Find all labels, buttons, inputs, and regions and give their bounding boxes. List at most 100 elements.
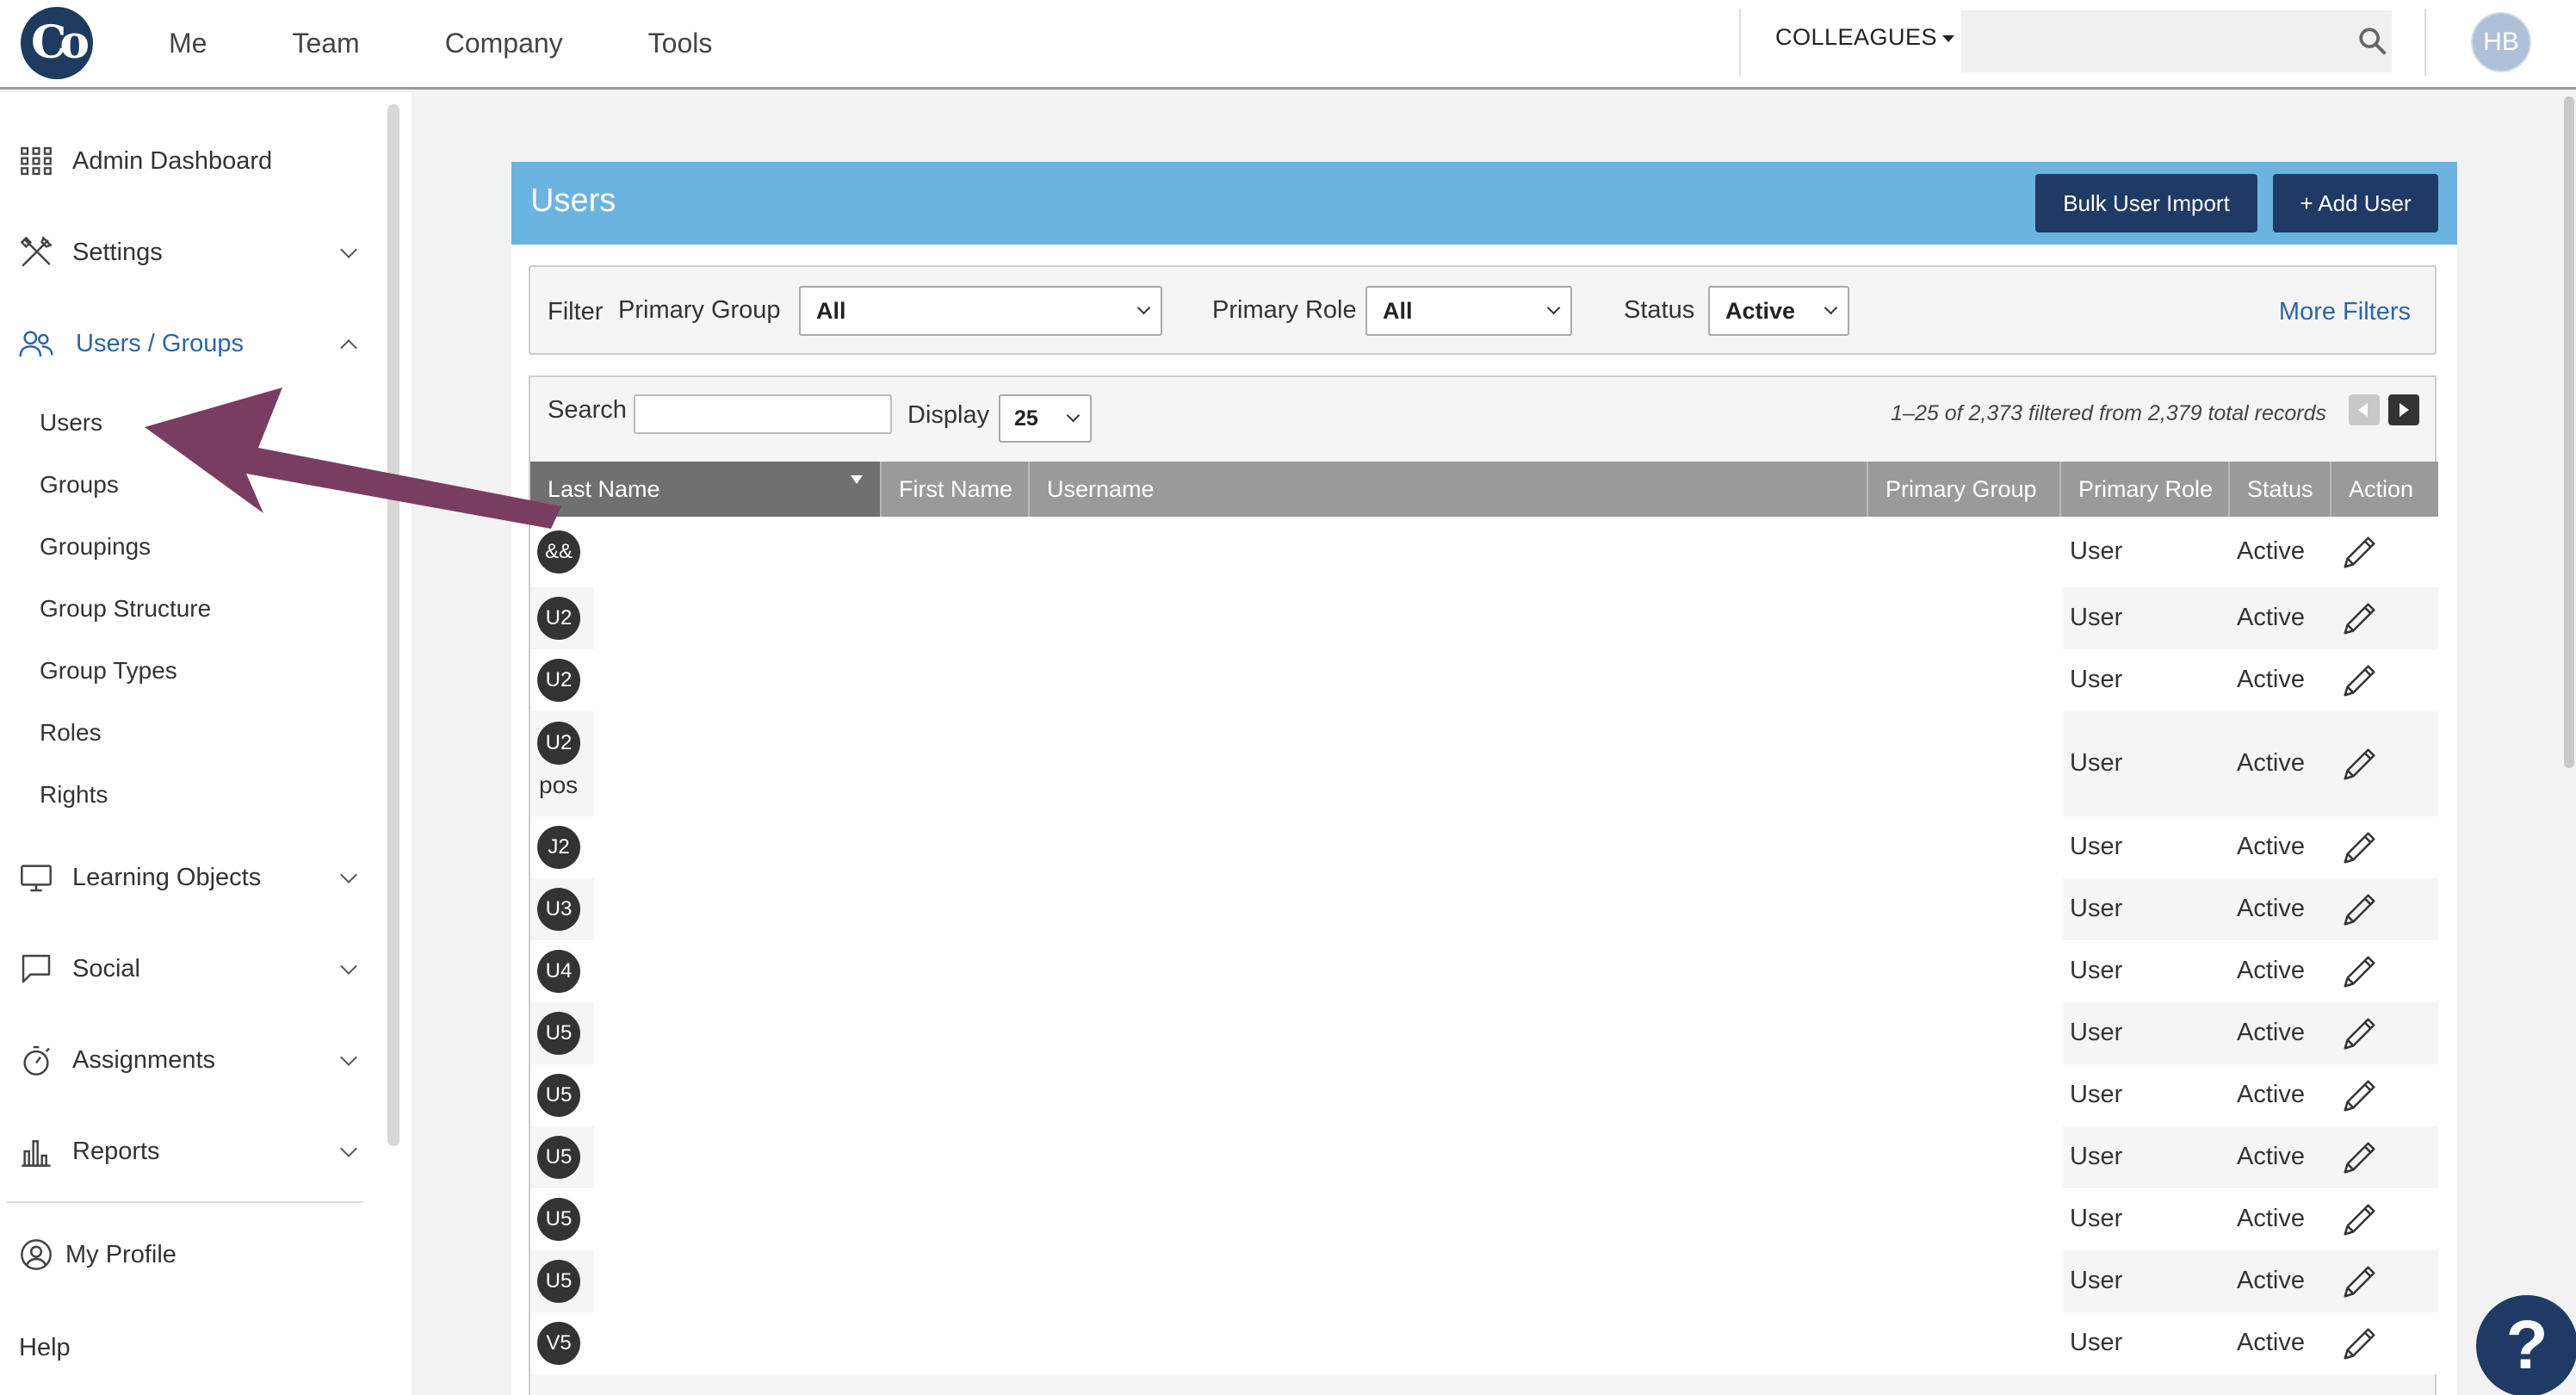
- help-button[interactable]: ?: [2476, 1295, 2576, 1395]
- sidebar-sub-group-structure[interactable]: Group Structure: [40, 595, 211, 623]
- top-navbar: Co Me Team Company Tools COLLEAGUES HB: [0, 0, 2576, 90]
- sidebar-sub-groups[interactable]: Groups: [40, 471, 119, 499]
- status-select[interactable]: Active: [1708, 286, 1849, 336]
- table-row[interactable]: U4 User Active: [530, 940, 2438, 1002]
- nav-item-team[interactable]: Team: [292, 28, 359, 59]
- sidebar-item-social[interactable]: Social: [19, 952, 357, 986]
- caret-down-icon: [1942, 34, 1955, 42]
- table-row[interactable]: U2 User Active: [530, 587, 2438, 649]
- sidebar-item-label: Social: [72, 954, 140, 983]
- display-count-select[interactable]: 25: [999, 394, 1092, 443]
- table-row[interactable]: U5 User Active: [530, 1188, 2438, 1250]
- edit-pencil-icon[interactable]: [2340, 598, 2380, 638]
- primary-group-label: Primary Group: [618, 296, 781, 324]
- table-row[interactable]: U5 User Active: [530, 1064, 2438, 1126]
- user-initials-badge: U5: [537, 1260, 580, 1303]
- primary-role-value: All: [1383, 298, 1413, 324]
- sidebar-item-assignments[interactable]: Assignments: [19, 1043, 357, 1077]
- edit-pencil-icon[interactable]: [2340, 828, 2380, 867]
- user-initials-badge: U3: [537, 888, 580, 931]
- user-status: Active: [2237, 1081, 2305, 1108]
- user-role: User: [2070, 1081, 2123, 1108]
- user-avatar[interactable]: HB: [2471, 12, 2531, 72]
- logo[interactable]: Co: [21, 7, 93, 79]
- sidebar-item-reports[interactable]: Reports: [19, 1134, 357, 1169]
- sidebar-sub-roles[interactable]: Roles: [40, 719, 102, 747]
- user-status: Active: [2237, 604, 2305, 631]
- chevron-down-icon: [340, 1049, 357, 1066]
- user-role: User: [2070, 1143, 2123, 1170]
- table-search-input[interactable]: [634, 394, 892, 434]
- edit-pencil-icon[interactable]: [2340, 660, 2380, 700]
- user-status: Active: [2237, 957, 2305, 984]
- sidebar-item-admin-dashboard[interactable]: Admin Dashboard: [19, 144, 355, 178]
- search-icon[interactable]: [2357, 26, 2387, 55]
- column-last-name[interactable]: Last Name: [530, 462, 882, 517]
- sidebar-item-learning-objects[interactable]: Learning Objects: [19, 860, 357, 895]
- edit-pencil-icon[interactable]: [2340, 1262, 2380, 1301]
- edit-pencil-icon[interactable]: [2340, 952, 2380, 991]
- prev-page-button[interactable]: [2349, 394, 2380, 425]
- global-search-input[interactable]: [1961, 10, 2392, 72]
- column-primary-role[interactable]: Primary Role: [2061, 462, 2230, 517]
- edit-pencil-icon[interactable]: [2340, 744, 2380, 784]
- profile-icon: [21, 1239, 52, 1270]
- column-username[interactable]: Username: [1030, 462, 1868, 517]
- table-row[interactable]: && User Active: [530, 517, 2438, 587]
- primary-group-value: All: [816, 298, 846, 324]
- divider: [7, 1201, 363, 1203]
- table-row[interactable]: U5 User Active: [530, 1002, 2438, 1064]
- chevron-down-icon: [1066, 408, 1081, 423]
- column-status[interactable]: Status: [2230, 462, 2331, 517]
- chevron-down-icon: [340, 241, 357, 258]
- table-row[interactable]: V5 User Active: [530, 1312, 2438, 1374]
- edit-pencil-icon[interactable]: [2340, 532, 2380, 572]
- nav-item-me[interactable]: Me: [169, 28, 207, 59]
- arrow-right-icon: [2400, 403, 2409, 417]
- nav-item-company[interactable]: Company: [445, 28, 563, 59]
- edit-pencil-icon[interactable]: [2340, 1200, 2380, 1239]
- more-filters-link[interactable]: More Filters: [2279, 298, 2411, 326]
- sidebar-scrollbar[interactable]: [387, 104, 399, 1146]
- edit-pencil-icon[interactable]: [2340, 1138, 2380, 1177]
- primary-role-select[interactable]: All: [1365, 286, 1572, 336]
- sidebar-item-label: Help: [19, 1334, 71, 1361]
- arrow-left-icon: [2358, 403, 2368, 417]
- edit-pencil-icon[interactable]: [2340, 1014, 2380, 1053]
- table-row[interactable]: J2 User Active: [530, 816, 2438, 878]
- edit-pencil-icon[interactable]: [2340, 890, 2380, 929]
- table-row[interactable]: U3 User Active: [530, 878, 2438, 940]
- colleagues-dropdown[interactable]: COLLEAGUES: [1775, 24, 1955, 51]
- sidebar-item-my-profile[interactable]: My Profile: [19, 1237, 355, 1272]
- table-row[interactable]: U5 User Active: [530, 1250, 2438, 1312]
- table-row[interactable]: U2 pos User Active: [530, 711, 2438, 816]
- bulk-user-import-button[interactable]: Bulk User Import: [2035, 174, 2257, 232]
- sidebar-sub-groupings[interactable]: Groupings: [40, 533, 151, 561]
- edit-pencil-icon[interactable]: [2340, 1324, 2380, 1363]
- primary-group-select[interactable]: All: [799, 286, 1162, 336]
- table-row[interactable]: U5 User Active: [530, 1126, 2438, 1188]
- divider: [1739, 9, 1741, 76]
- edit-pencil-icon[interactable]: [2340, 1076, 2380, 1115]
- nav-item-tools[interactable]: Tools: [648, 28, 713, 59]
- page-scrollbar[interactable]: [2564, 96, 2574, 768]
- sidebar-sub-group-types[interactable]: Group Types: [40, 657, 177, 685]
- sidebar-item-users-groups[interactable]: Users / Groups: [19, 326, 357, 361]
- next-page-button[interactable]: [2388, 394, 2419, 425]
- user-role: User: [2070, 833, 2123, 860]
- column-first-name[interactable]: First Name: [882, 462, 1030, 517]
- chevron-down-icon: [1136, 301, 1151, 315]
- add-user-button[interactable]: + Add User: [2273, 174, 2438, 232]
- users-panel: Users Bulk User Import + Add User Filter…: [511, 162, 2457, 1395]
- table-row[interactable]: U2 User Active: [530, 649, 2438, 711]
- sidebar-sub-users[interactable]: Users: [40, 409, 102, 437]
- filter-label: Filter: [548, 298, 604, 326]
- sidebar-item-label: Users / Groups: [76, 329, 244, 357]
- sidebar-item-settings[interactable]: Settings: [19, 235, 357, 270]
- sidebar-sub-rights[interactable]: Rights: [40, 781, 108, 809]
- user-sub-text: pos: [539, 772, 579, 798]
- user-role: User: [2070, 604, 2123, 631]
- user-initials-badge: U2: [537, 722, 580, 765]
- column-primary-group[interactable]: Primary Group: [1868, 462, 2061, 517]
- sidebar-item-help[interactable]: Help: [19, 1334, 355, 1362]
